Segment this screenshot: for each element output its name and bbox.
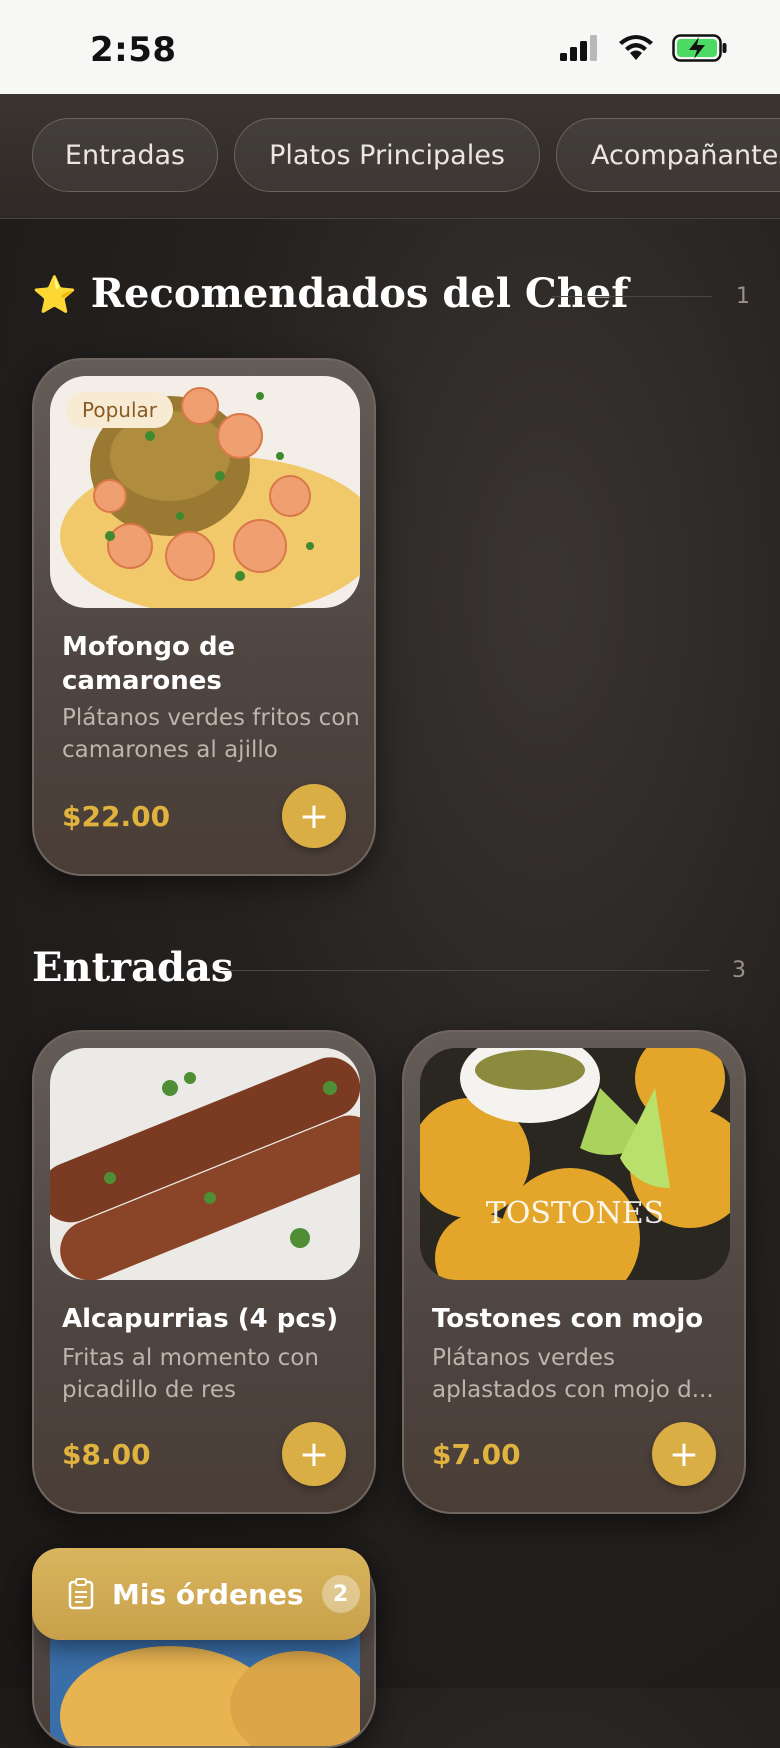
dish-description: Fritas al momento con picadillo de res — [62, 1345, 319, 1403]
section-count: 1 — [736, 284, 750, 309]
dish-name: Alcapurrias (4 pcs) — [62, 1304, 339, 1334]
plus-icon: + — [298, 1433, 330, 1475]
status-time: 2:58 — [90, 30, 177, 70]
plus-icon: + — [668, 1433, 700, 1475]
status-bar: 2:58 — [0, 0, 780, 94]
my-orders-button[interactable]: Mis órdenes 2 — [32, 1548, 370, 1640]
orders-count-badge: 2 — [321, 1575, 360, 1613]
section-count: 3 — [732, 958, 746, 983]
dish-price: $7.00 — [432, 1438, 521, 1471]
chip-platos-principales[interactable]: Platos Principales — [234, 118, 540, 192]
dish-image-alcapurrias — [50, 1048, 360, 1280]
section-divider — [552, 296, 712, 297]
battery-charging-icon — [672, 34, 727, 62]
dish-price: $8.00 — [62, 1438, 151, 1471]
clipboard-icon — [68, 1578, 94, 1610]
section-title-entradas: Entradas — [32, 944, 234, 991]
chip-entradas[interactable]: Entradas — [32, 118, 218, 192]
add-button[interactable]: + — [282, 1422, 346, 1486]
dish-name: Mofongo de camarones — [62, 632, 236, 696]
chip-acompanantes[interactable]: Acompañantes — [556, 118, 780, 192]
category-bar: Entradas Platos Principales Acompañantes — [0, 94, 780, 219]
menu-card-alcapurrias[interactable]: Alcapurrias (4 pcs) Fritas al momento co… — [32, 1030, 376, 1514]
plus-icon: + — [298, 795, 330, 837]
dish-image-mofongo: Popular — [50, 376, 360, 608]
dish-name: Tostones con mojo — [432, 1304, 704, 1334]
star-icon: ⭐ — [32, 274, 77, 316]
dish-image-tostones: TOSTONES — [420, 1048, 730, 1280]
wifi-icon — [619, 35, 653, 60]
section-title-text: Recomendados del Chef — [90, 270, 629, 317]
menu-card-mofongo[interactable]: Popular Mofongo de camarones Plátanos ve… — [32, 358, 376, 876]
status-icons — [560, 34, 728, 62]
menu-card-tostones[interactable]: TOSTONES Tostones con mojo Plátanos verd… — [402, 1030, 746, 1514]
dish-description: Plátanos verdes fritos con camarones al … — [62, 705, 360, 763]
signal-icon — [560, 35, 597, 61]
add-button[interactable]: + — [282, 784, 346, 848]
badge-popular: Popular — [66, 392, 173, 428]
dish-description: Plátanos verdes aplastados con mojo d... — [432, 1345, 714, 1403]
image-caption: TOSTONES — [486, 1196, 664, 1231]
section-divider — [220, 970, 710, 971]
add-button[interactable]: + — [652, 1422, 716, 1486]
dish-price: $22.00 — [62, 800, 171, 833]
section-title-recomendados: ⭐ Recomendados del Chef — [32, 270, 628, 317]
my-orders-label: Mis órdenes — [112, 1577, 304, 1611]
